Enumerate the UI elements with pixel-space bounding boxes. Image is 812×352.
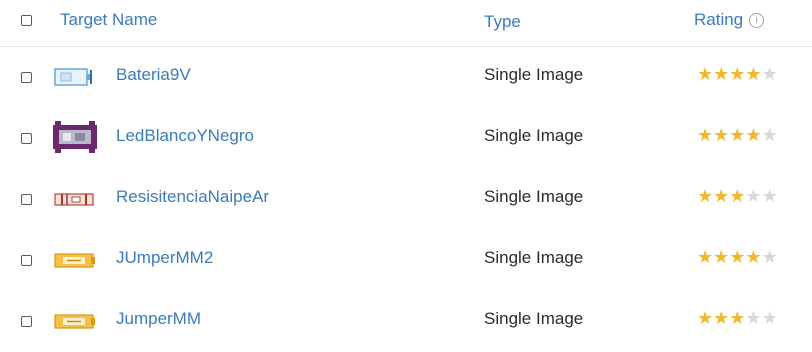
battery-thumbnail-icon xyxy=(53,66,97,93)
star-filled-icon: ★ xyxy=(745,125,762,145)
star-filled-icon: ★ xyxy=(713,125,730,145)
star-empty-icon: ★ xyxy=(761,247,778,267)
star-empty-icon: ★ xyxy=(761,125,778,145)
select-all-checkbox[interactable] xyxy=(21,15,32,26)
star-filled-icon: ★ xyxy=(713,247,730,267)
star-filled-icon: ★ xyxy=(729,308,746,328)
star-empty-icon: ★ xyxy=(761,64,778,84)
table-row[interactable]: LedBlancoYNegro Single Image ★★★★★ xyxy=(0,108,812,169)
target-type: Single Image xyxy=(484,248,584,267)
target-name-link[interactable]: Bateria9V xyxy=(116,65,191,85)
target-name-link[interactable]: JumperMM xyxy=(116,309,201,329)
led-thumbnail-icon xyxy=(53,121,97,158)
resistor-thumbnail-icon xyxy=(53,188,97,215)
rating-stars: ★★★★★ xyxy=(697,247,778,268)
row-checkbox[interactable] xyxy=(21,255,32,266)
star-filled-icon: ★ xyxy=(697,308,714,328)
rating-stars: ★★★★★ xyxy=(697,125,778,146)
jumper-thumbnail-icon xyxy=(53,249,97,276)
star-filled-icon: ★ xyxy=(713,308,730,328)
table-row[interactable]: JumperMM Single Image ★★★★★ xyxy=(0,291,812,352)
row-checkbox[interactable] xyxy=(21,133,32,144)
jumper-thumbnail-icon xyxy=(53,310,97,337)
star-empty-icon: ★ xyxy=(761,308,778,328)
info-icon[interactable]: i xyxy=(749,13,765,28)
row-checkbox[interactable] xyxy=(21,316,32,327)
target-name-link[interactable]: LedBlancoYNegro xyxy=(116,126,254,146)
column-header-type-label: Type xyxy=(484,12,521,31)
target-name-link[interactable]: ResisitenciaNaipeAr xyxy=(116,187,269,207)
rating-stars: ★★★★★ xyxy=(697,308,778,329)
star-filled-icon: ★ xyxy=(697,64,714,84)
column-header-rating-label: Rating xyxy=(694,10,744,29)
table-row[interactable]: Bateria9V Single Image ★★★★★ xyxy=(0,47,812,108)
star-filled-icon: ★ xyxy=(729,186,746,206)
target-type: Single Image xyxy=(484,187,584,206)
star-filled-icon: ★ xyxy=(745,247,762,267)
table-row[interactable]: JUmperMM2 Single Image ★★★★★ xyxy=(0,230,812,291)
star-filled-icon: ★ xyxy=(729,247,746,267)
column-header-type[interactable]: Type xyxy=(484,12,521,32)
star-filled-icon: ★ xyxy=(745,64,762,84)
target-type: Single Image xyxy=(484,309,584,328)
target-name-link[interactable]: JUmperMM2 xyxy=(116,248,213,268)
star-filled-icon: ★ xyxy=(697,186,714,206)
star-filled-icon: ★ xyxy=(697,125,714,145)
star-filled-icon: ★ xyxy=(729,125,746,145)
star-filled-icon: ★ xyxy=(713,64,730,84)
star-empty-icon: ★ xyxy=(745,308,762,328)
star-filled-icon: ★ xyxy=(713,186,730,206)
star-filled-icon: ★ xyxy=(697,247,714,267)
star-empty-icon: ★ xyxy=(745,186,762,206)
column-header-target-name-label: Target Name xyxy=(60,10,158,29)
column-header-rating[interactable]: Rating i xyxy=(694,10,765,30)
star-empty-icon: ★ xyxy=(761,186,778,206)
rating-stars: ★★★★★ xyxy=(697,186,778,207)
target-type: Single Image xyxy=(484,65,584,84)
target-type: Single Image xyxy=(484,126,584,145)
star-filled-icon: ★ xyxy=(729,64,746,84)
column-header-target-name[interactable]: Target Name xyxy=(60,10,157,30)
rating-stars: ★★★★★ xyxy=(697,64,778,85)
row-checkbox[interactable] xyxy=(21,194,32,205)
row-checkbox[interactable] xyxy=(21,72,32,83)
table-row[interactable]: ResisitenciaNaipeAr Single Image ★★★★★ xyxy=(0,169,812,230)
